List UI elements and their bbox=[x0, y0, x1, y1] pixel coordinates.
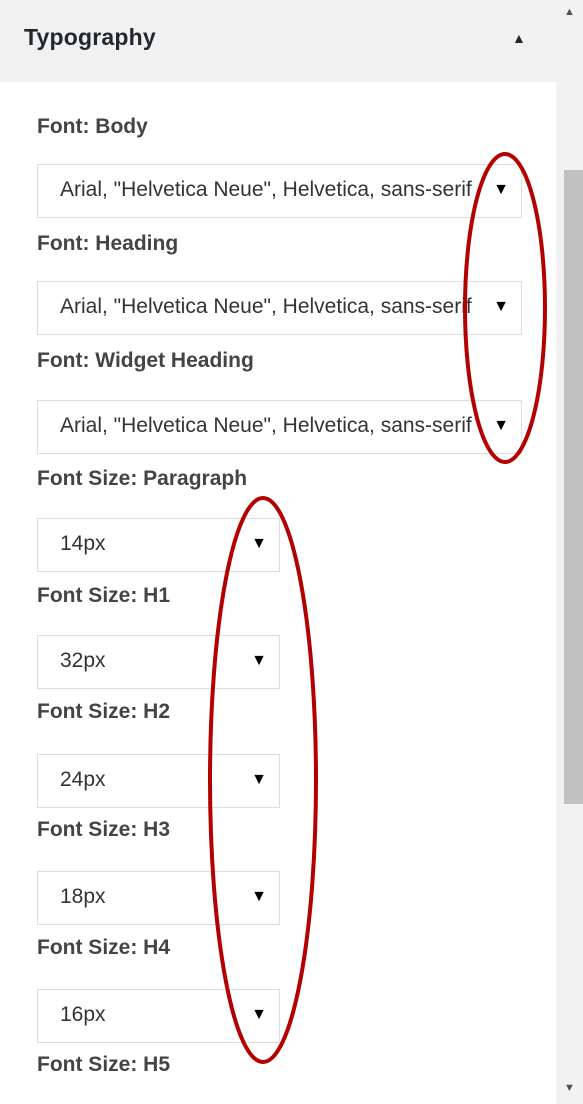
font-size-h2-value: 24px bbox=[60, 768, 106, 791]
font-widget-heading-select[interactable]: Arial, "Helvetica Neue", Helvetica, sans… bbox=[37, 400, 522, 454]
font-size-paragraph-value: 14px bbox=[60, 532, 106, 555]
dropdown-arrow-icon: ▼ bbox=[493, 298, 509, 315]
collapse-up-icon[interactable]: ▲ bbox=[512, 30, 526, 46]
font-size-h4-select[interactable]: 16px ▼ bbox=[37, 989, 280, 1043]
font-body-value: Arial, "Helvetica Neue", Helvetica, sans… bbox=[60, 178, 472, 201]
font-widget-heading-value: Arial, "Helvetica Neue", Helvetica, sans… bbox=[60, 414, 472, 437]
font-size-h2-label: Font Size: H2 bbox=[37, 700, 171, 723]
font-size-paragraph-label: Font Size: Paragraph bbox=[37, 467, 248, 490]
font-widget-heading-label: Font: Widget Heading bbox=[37, 349, 254, 372]
customizer-panel: Typography ▲ Font: Body Arial, "Helvetic… bbox=[0, 0, 583, 1104]
section-title: Typography bbox=[24, 24, 156, 50]
font-size-h1-label: Font Size: H1 bbox=[37, 584, 171, 607]
font-heading-label: Font: Heading bbox=[37, 232, 179, 255]
font-size-h1-select[interactable]: 32px ▼ bbox=[37, 635, 280, 689]
dropdown-arrow-icon: ▼ bbox=[251, 1006, 267, 1023]
scroll-down-arrow-icon[interactable]: ▼ bbox=[556, 1082, 583, 1094]
dropdown-arrow-icon: ▼ bbox=[493, 417, 509, 434]
font-heading-value: Arial, "Helvetica Neue", Helvetica, sans… bbox=[60, 295, 472, 318]
font-size-h5-label: Font Size: H5 bbox=[37, 1053, 171, 1076]
font-size-h3-value: 18px bbox=[60, 885, 106, 908]
dropdown-arrow-icon: ▼ bbox=[251, 771, 267, 788]
dropdown-arrow-icon: ▼ bbox=[251, 535, 267, 552]
dropdown-arrow-icon: ▼ bbox=[251, 888, 267, 905]
font-heading-select[interactable]: Arial, "Helvetica Neue", Helvetica, sans… bbox=[37, 281, 522, 335]
font-body-select[interactable]: Arial, "Helvetica Neue", Helvetica, sans… bbox=[37, 164, 522, 218]
typography-section-header[interactable]: Typography ▲ bbox=[0, 0, 556, 82]
dropdown-arrow-icon: ▼ bbox=[251, 652, 267, 669]
scrollbar-thumb[interactable] bbox=[564, 170, 583, 804]
font-body-label: Font: Body bbox=[37, 115, 148, 138]
font-size-paragraph-select[interactable]: 14px ▼ bbox=[37, 518, 280, 572]
font-size-h2-select[interactable]: 24px ▼ bbox=[37, 754, 280, 808]
font-size-h4-label: Font Size: H4 bbox=[37, 936, 171, 959]
vertical-scrollbar[interactable]: ▲ ▼ bbox=[556, 0, 583, 1104]
font-size-h4-value: 16px bbox=[60, 1003, 106, 1026]
font-size-h1-value: 32px bbox=[60, 649, 106, 672]
dropdown-arrow-icon: ▼ bbox=[493, 181, 509, 198]
font-size-h3-select[interactable]: 18px ▼ bbox=[37, 871, 280, 925]
font-size-h3-label: Font Size: H3 bbox=[37, 818, 171, 841]
scroll-up-arrow-icon[interactable]: ▲ bbox=[556, 6, 583, 18]
